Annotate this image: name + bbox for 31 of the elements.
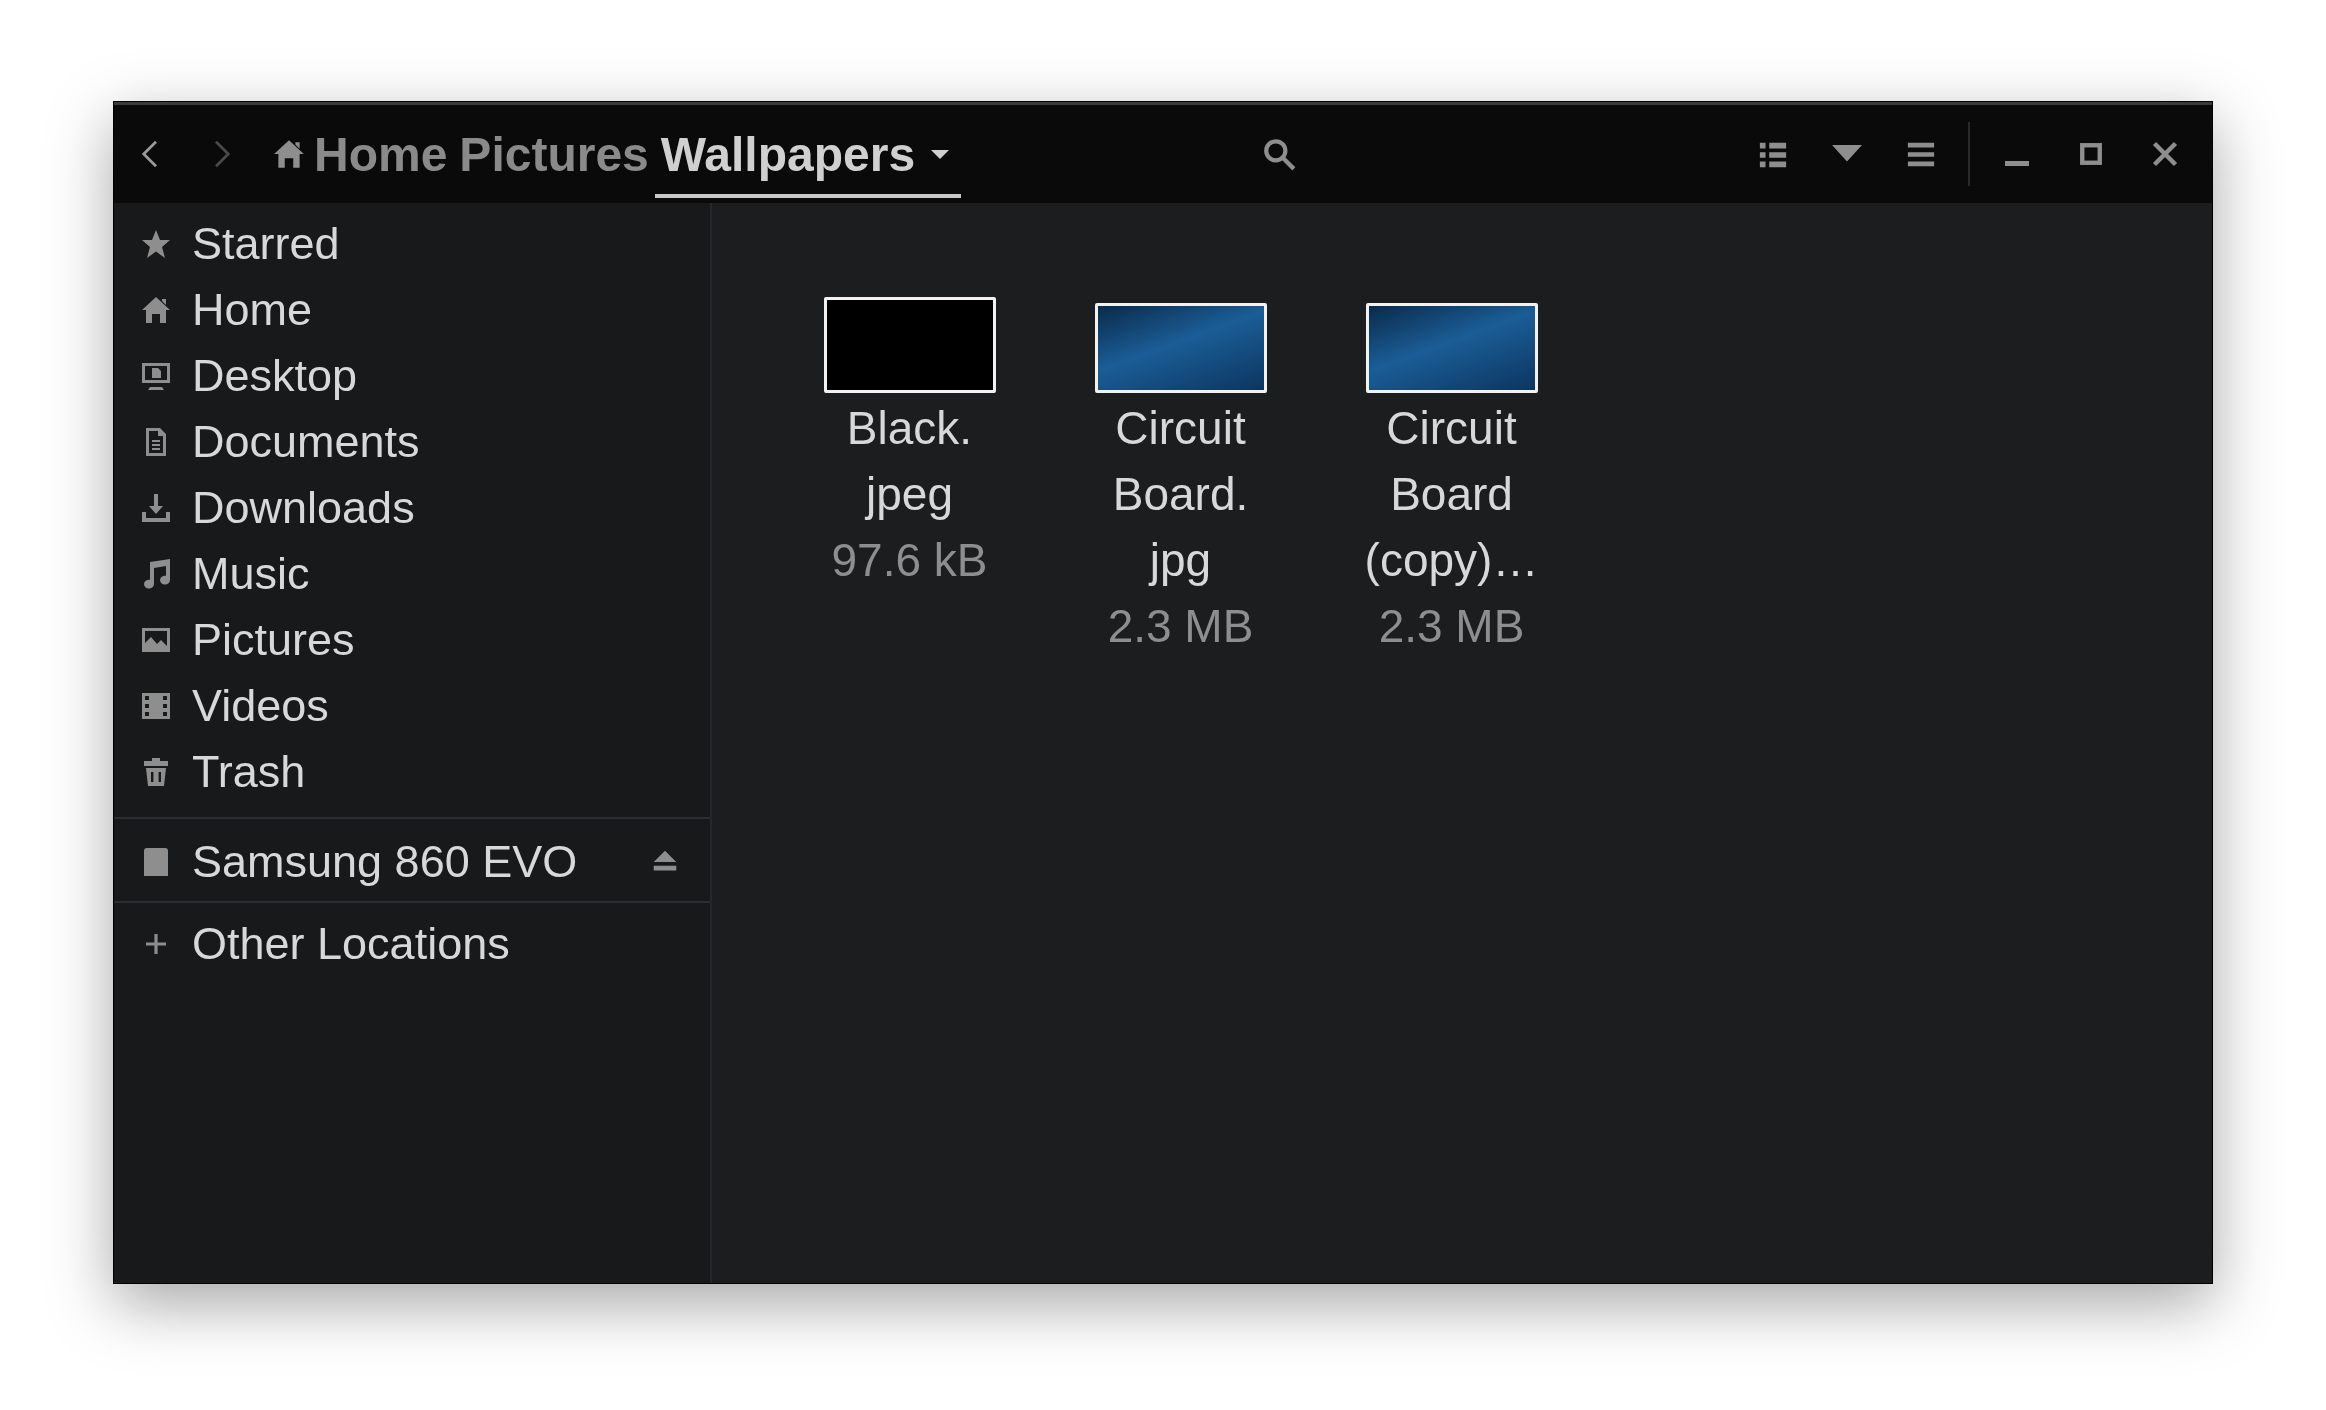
file-name[interactable]: Circuit Board. jpg: [1112, 395, 1249, 593]
file-size: 2.3 MB: [1378, 599, 1525, 654]
star-icon: [140, 228, 172, 260]
breadcrumb-button[interactable]: Home: [266, 110, 454, 198]
caret-icon: [929, 148, 952, 160]
sidebar-item[interactable]: Starred: [114, 211, 710, 277]
film-icon: [140, 690, 172, 722]
sidebar-item[interactable]: Home: [114, 277, 710, 343]
sidebar-item[interactable]: Trash: [114, 739, 710, 805]
sidebar-item[interactable]: Downloads: [114, 475, 710, 541]
file-size: 97.6 kB: [831, 533, 988, 588]
breadcrumb-button[interactable]: Wallpapers: [654, 110, 962, 198]
close-icon: [2151, 140, 2179, 168]
home-icon: [140, 294, 172, 326]
sidebar-item[interactable]: Desktop: [114, 343, 710, 409]
file-size: 2.3 MB: [1107, 599, 1254, 654]
search-icon: [1262, 137, 1296, 171]
sidebar-item[interactable]: Other Locations: [114, 911, 710, 977]
sidebar-item[interactable]: Videos: [114, 673, 710, 739]
download-icon: [140, 492, 172, 524]
file-name[interactable]: Black. jpeg: [846, 395, 973, 527]
maximize-icon: [2077, 140, 2105, 168]
sidebar-item[interactable]: Documents: [114, 409, 710, 475]
caret-icon: [1832, 145, 1862, 163]
sidebar-item[interactable]: Pictures: [114, 607, 710, 673]
sidebar-item[interactable]: Music: [114, 541, 710, 607]
minimize-icon: [2005, 160, 2029, 166]
file-name[interactable]: Circuit Board (copy)…: [1364, 395, 1539, 593]
monitor-icon: [140, 360, 172, 392]
sidebar-item[interactable]: Samsung 860 EVO: [114, 829, 710, 895]
breadcrumb-button[interactable]: Pictures: [453, 110, 655, 198]
